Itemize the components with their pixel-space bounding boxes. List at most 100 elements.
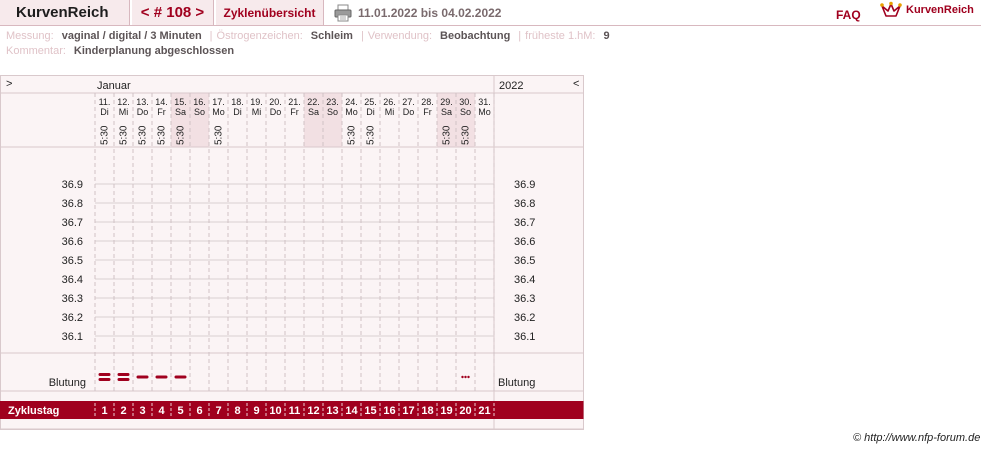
y-tick-label-right: 36.5	[514, 255, 535, 267]
day-weekday: Do	[137, 107, 149, 117]
oestrogen-label: Östrogenzeichen:	[216, 30, 303, 42]
bleeding-label-left: Blutung	[49, 377, 86, 389]
messung-label: Messung:	[6, 30, 54, 42]
cycle-day-number: 3	[139, 405, 145, 417]
comment-info-row: Kommentar: Kinderplanung abgeschlossen	[6, 45, 238, 57]
cycle-day-number: 17	[402, 405, 414, 417]
measurement-time: 5:30	[461, 125, 472, 145]
cycle-day-number: 12	[307, 405, 319, 417]
cycle-chart: > Januar 2022 <36.9 36.9 36.8 36.8 36.7 36.7 36.6…	[0, 75, 584, 430]
cycle-day-number: 18	[421, 405, 433, 417]
day-date: 25.	[364, 97, 377, 107]
y-tick-label-right: 36.9	[514, 179, 535, 191]
top-bar: KurvenReich < # 108 > Zyklenübersicht 11…	[0, 0, 981, 26]
cycle-day-number: 11	[289, 405, 301, 417]
year-label: 2022	[499, 80, 523, 92]
copyright: © http://www.nfp-forum.de	[853, 432, 981, 444]
day-date: 27.	[402, 97, 415, 107]
y-tick-label-right: 36.3	[514, 293, 535, 305]
logo-text[interactable]: KurvenReich	[906, 4, 974, 16]
measurement-time: 5:30	[100, 125, 111, 145]
day-date: 12.	[117, 97, 130, 107]
cycle-day-number: 19	[440, 405, 452, 417]
day-date: 29.	[440, 97, 453, 107]
measurement-time: 5:30	[366, 125, 377, 145]
cycle-chart-svg: > Januar 2022 <36.9 36.9 36.8 36.8 36.7 36.7 36.6…	[0, 75, 584, 430]
bleeding-heavy-mark	[117, 373, 130, 376]
day-weekday: Mi	[385, 107, 395, 117]
cycle-day-number: 20	[459, 405, 471, 417]
y-tick-label-left: 36.7	[62, 217, 83, 229]
cycle-day-number: 9	[253, 405, 259, 417]
verwendung-value: Beobachtung	[440, 30, 511, 42]
brand-title[interactable]: KurvenReich	[0, 0, 130, 25]
y-tick-label-left: 36.9	[62, 179, 83, 191]
top-bar-divider	[0, 25, 981, 26]
verwendung-label: Verwendung:	[367, 30, 433, 42]
y-tick-label-left: 36.6	[62, 236, 83, 248]
measurement-time: 5:30	[138, 125, 149, 145]
bleeding-heavy-mark	[117, 378, 130, 381]
oestrogen-value: Schleim	[310, 30, 353, 42]
nav-next-button[interactable]: <	[573, 78, 579, 90]
y-tick-label-left: 36.3	[62, 293, 83, 305]
measurement-time: 5:30	[442, 125, 453, 145]
y-tick-label-right: 36.8	[514, 198, 535, 210]
day-date: 19.	[250, 97, 263, 107]
nav-prev-button[interactable]: >	[6, 78, 12, 90]
first-hm-label: früheste 1.hM:	[525, 30, 596, 42]
cycle-day-number: 10	[269, 405, 281, 417]
y-tick-label-left: 36.1	[62, 331, 83, 343]
bleeding-medium-mark	[136, 375, 149, 379]
y-tick-label-left: 36.4	[62, 274, 83, 286]
y-tick-label-right: 36.1	[514, 331, 535, 343]
cycle-navigation[interactable]: < # 108 >	[132, 0, 214, 25]
day-date: 16.	[193, 97, 206, 107]
day-weekday: Di	[100, 107, 109, 117]
bleeding-medium-mark	[174, 375, 187, 379]
day-weekday: Fr	[290, 107, 299, 117]
day-date: 28.	[421, 97, 434, 107]
cycle-day-number: 6	[196, 405, 202, 417]
y-tick-label-right: 36.6	[514, 236, 535, 248]
day-weekday: Mi	[119, 107, 129, 117]
y-tick-label-right: 36.2	[514, 312, 535, 324]
day-date: 26.	[383, 97, 396, 107]
bleeding-medium-mark	[155, 375, 168, 379]
day-date: 22.	[307, 97, 320, 107]
day-weekday: Sa	[441, 107, 452, 117]
bleeding-spotting-mark	[461, 375, 464, 379]
cycle-overview-link[interactable]: Zyklenübersicht	[216, 0, 324, 25]
day-date: 21.	[288, 97, 301, 107]
cycle-day-label: Zyklustag	[8, 405, 59, 417]
day-weekday: Di	[233, 107, 242, 117]
kommentar-label: Kommentar:	[6, 45, 66, 57]
cycle-day-number: 8	[234, 405, 240, 417]
day-weekday: Mi	[252, 107, 262, 117]
faq-link[interactable]: FAQ	[836, 8, 861, 22]
bleeding-label-right: Blutung	[498, 377, 535, 389]
day-date: 31.	[478, 97, 491, 107]
measurement-time: 5:30	[176, 125, 187, 145]
measurement-time: 5:30	[119, 125, 130, 145]
day-date: 13.	[136, 97, 149, 107]
measurement-time: 5:30	[157, 125, 168, 145]
day-weekday: Sa	[175, 107, 186, 117]
day-weekday: Mo	[212, 107, 225, 117]
measurement-time: 5:30	[214, 125, 225, 145]
cycle-day-number: 15	[364, 405, 376, 417]
y-tick-label-left: 36.5	[62, 255, 83, 267]
crown-icon[interactable]	[880, 1, 902, 19]
printer-icon[interactable]	[334, 4, 352, 22]
day-weekday: Do	[403, 107, 415, 117]
measurement-time: 5:30	[347, 125, 358, 145]
bleeding-spotting-mark	[467, 375, 470, 379]
day-weekday: Fr	[157, 107, 166, 117]
separator: |	[518, 30, 522, 42]
day-weekday: Mo	[478, 107, 491, 117]
y-tick-label-left: 36.2	[62, 312, 83, 324]
cycle-day-number: 13	[326, 405, 338, 417]
day-weekday: So	[327, 107, 338, 117]
day-weekday: Sa	[308, 107, 319, 117]
cycle-day-number: 14	[345, 405, 358, 417]
